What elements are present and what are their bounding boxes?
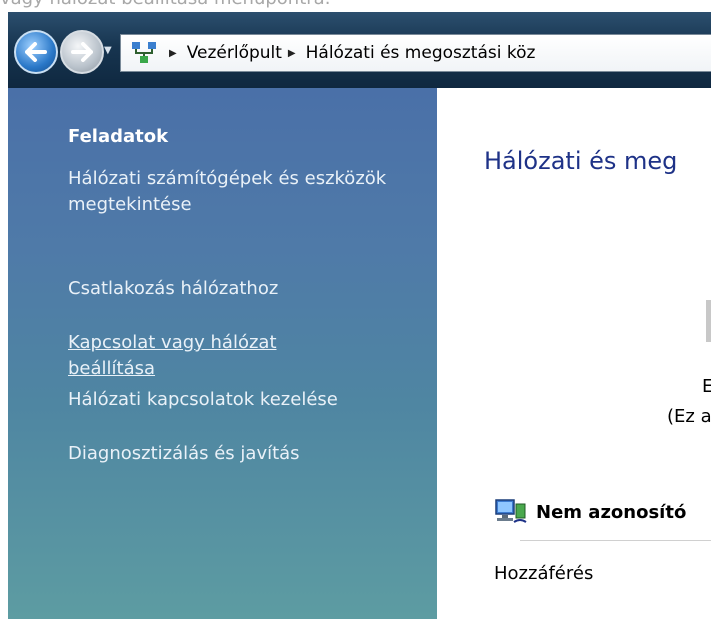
recent-pages-dropdown[interactable]: ▼ bbox=[104, 45, 112, 56]
task-pane-title: Feladatok bbox=[68, 126, 169, 147]
task-pane: Feladatok Hálózati számítógépek és eszkö… bbox=[8, 88, 437, 619]
network-map-fragment bbox=[706, 300, 711, 342]
access-label: Hozzáférés bbox=[494, 563, 594, 584]
breadcrumb-separator: ▶ bbox=[287, 47, 296, 59]
navigation-bar: ▼ ▶ Vezérlőpult ▶ Hálózati és megosztási… bbox=[8, 12, 711, 88]
task-connect-to-network[interactable]: Csatlakozás hálózathoz bbox=[68, 276, 408, 302]
back-button[interactable] bbox=[14, 30, 58, 74]
network-name: Nem azonosító bbox=[536, 501, 687, 523]
divider bbox=[520, 540, 711, 541]
task-manage-connections[interactable]: Hálózati kapcsolatok kezelése bbox=[68, 387, 408, 413]
network-header: Nem azonosító bbox=[494, 498, 686, 526]
page-title: Hálózati és meg bbox=[484, 147, 678, 175]
address-bar[interactable]: ▶ Vezérlőpult ▶ Hálózati és megosztási k… bbox=[120, 34, 711, 72]
back-arrow-icon bbox=[25, 42, 47, 62]
breadcrumb-separator: ▶ bbox=[169, 47, 177, 59]
network-map-label: E bbox=[702, 376, 711, 397]
task-view-network-computers[interactable]: Hálózati számítógépek és eszközök megtek… bbox=[68, 166, 408, 218]
network-computer-icon bbox=[494, 498, 528, 526]
top-instruction-text: vagy hálózat beállítása menüpontra. bbox=[0, 0, 330, 10]
forward-arrow-icon bbox=[71, 42, 93, 62]
network-center-icon bbox=[131, 41, 157, 65]
breadcrumb-network-center[interactable]: Hálózati és megosztási köz bbox=[306, 43, 536, 63]
forward-button[interactable] bbox=[60, 30, 104, 74]
breadcrumb-control-panel[interactable]: Vezérlőpult bbox=[187, 43, 282, 63]
task-setup-connection[interactable]: Kapcsolat vagy hálózat beállítása bbox=[68, 330, 358, 382]
task-diagnose-repair[interactable]: Diagnosztizálás és javítás bbox=[68, 441, 408, 467]
network-map-note: (Ez a bbox=[667, 406, 711, 427]
